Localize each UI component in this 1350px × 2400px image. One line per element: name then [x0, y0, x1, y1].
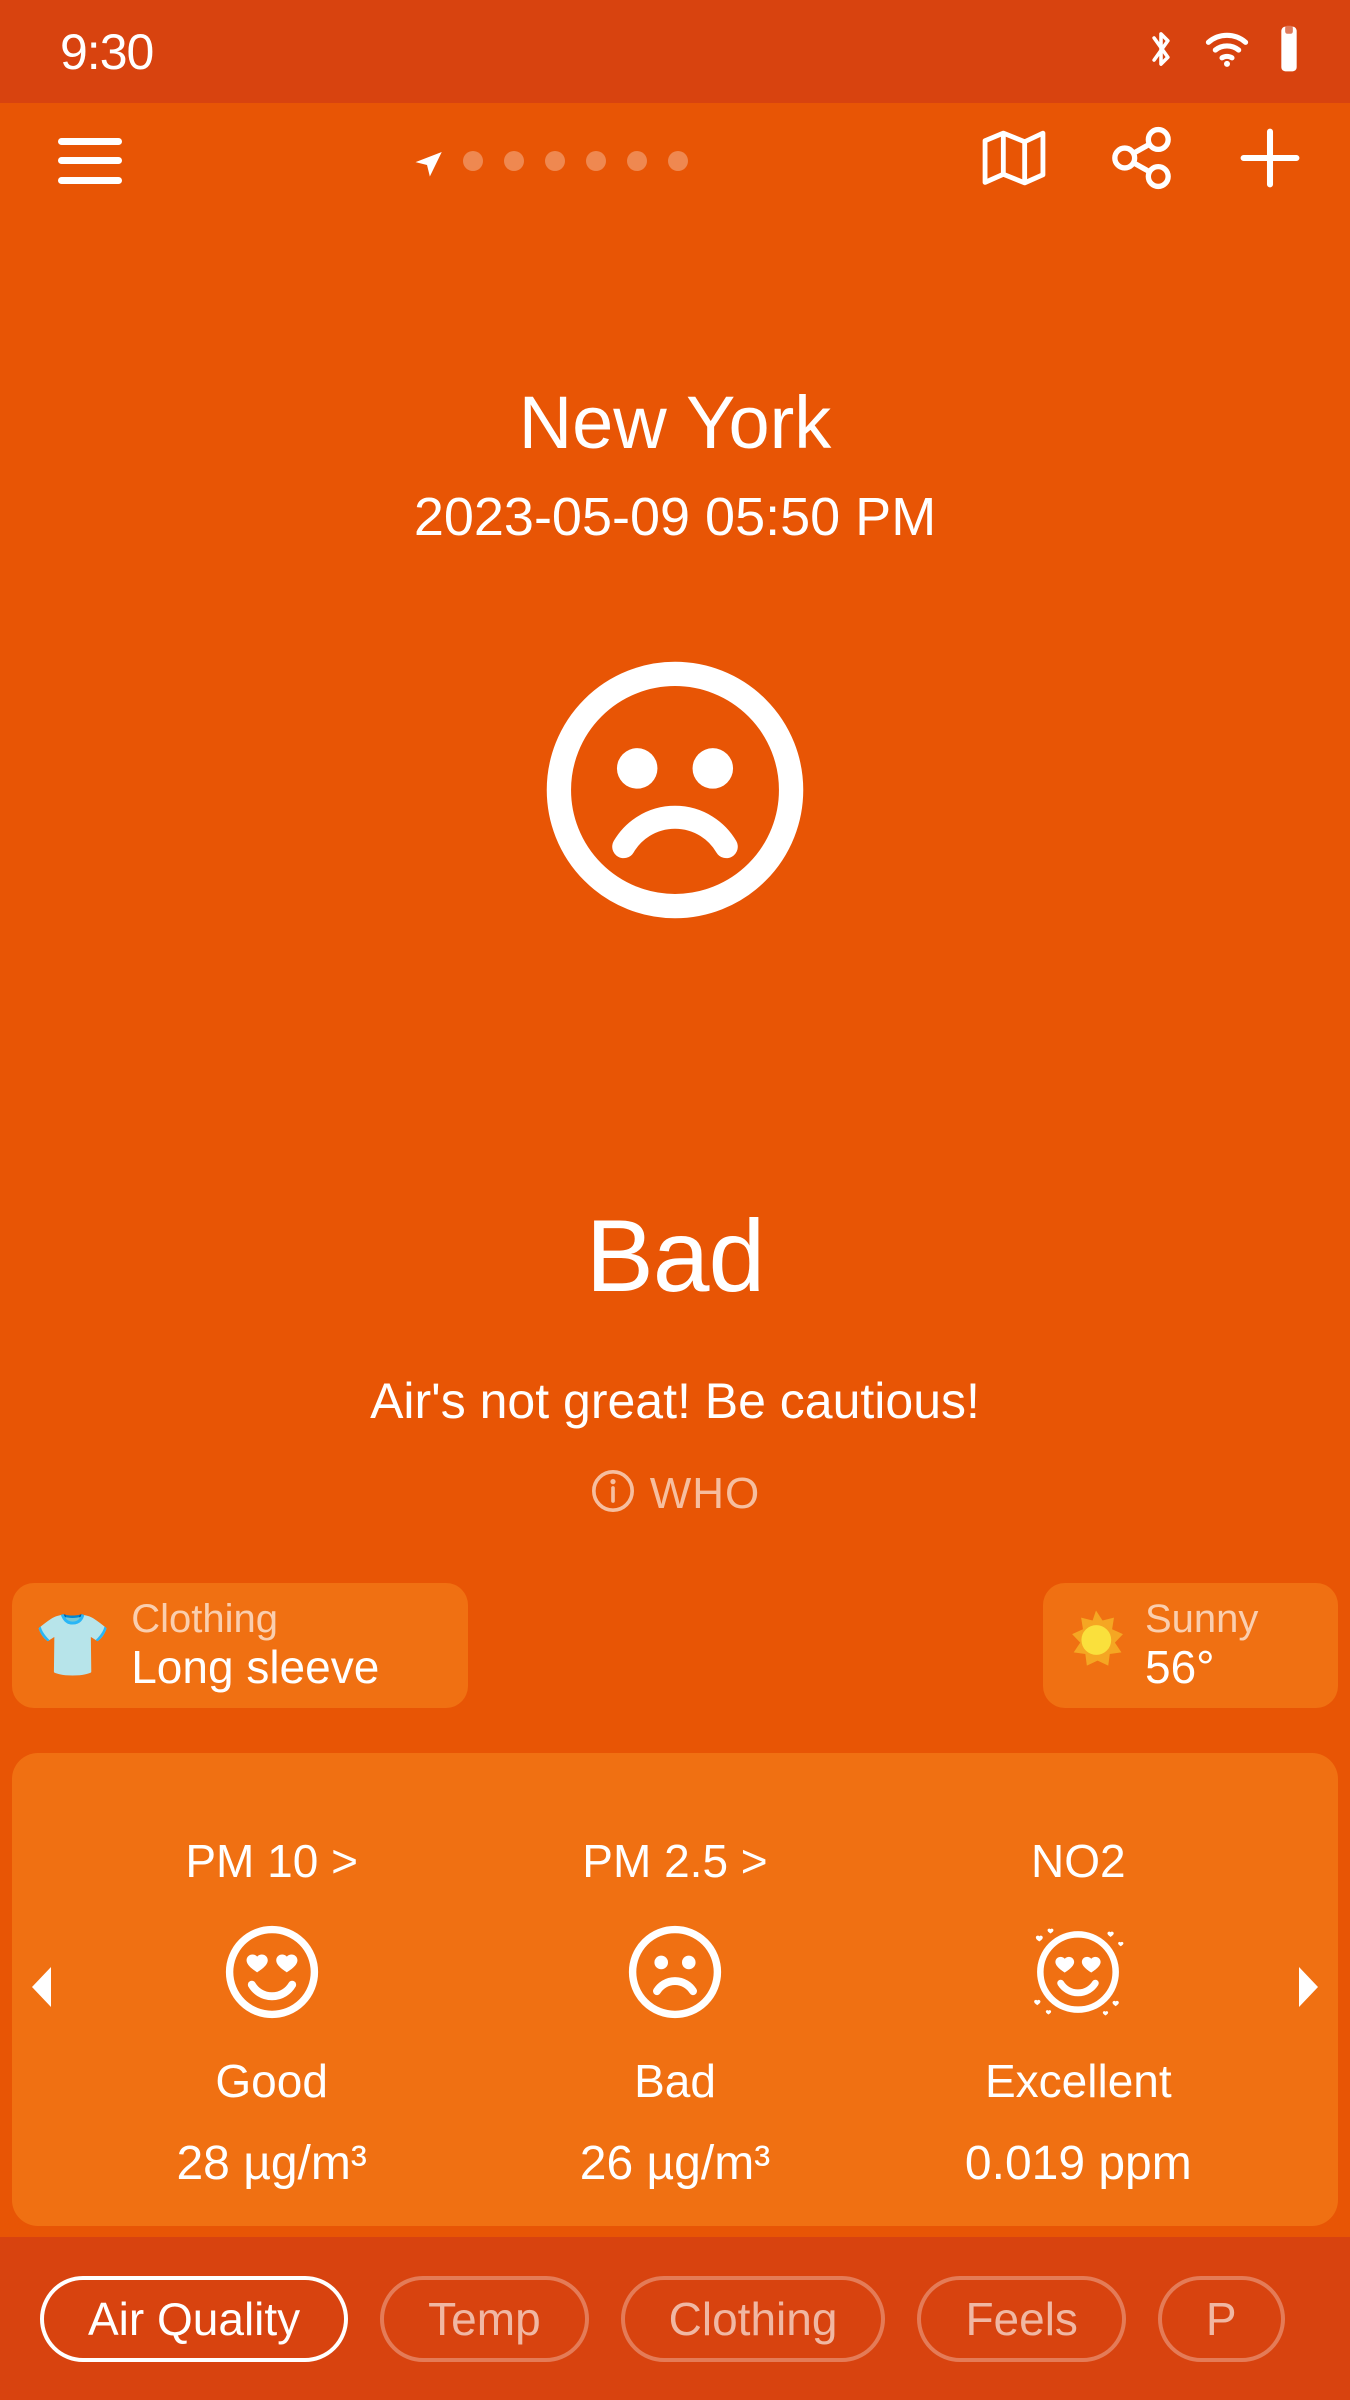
- tab-temp[interactable]: Temp: [380, 2275, 589, 2362]
- add-location-button[interactable]: [1234, 125, 1306, 197]
- page-dot[interactable]: [504, 150, 524, 171]
- aqi-source-label: WHO: [649, 1468, 761, 1518]
- page-dot[interactable]: [586, 150, 606, 171]
- page-dot[interactable]: [668, 150, 688, 171]
- tab-feels[interactable]: Feels: [917, 2275, 1126, 2362]
- pollutant-value: 26 µg/m³: [579, 2137, 771, 2190]
- pollutant-name: PM 10 >: [185, 1835, 358, 1887]
- pollutant-value: 0.019 ppm: [964, 2137, 1192, 2190]
- sparkling-heart-eyes-face-icon: [1022, 1916, 1134, 2028]
- clothing-card-label: Clothing: [131, 1597, 278, 1642]
- pollutant-prev-button[interactable]: [12, 1965, 70, 2014]
- page-dot[interactable]: [463, 150, 483, 171]
- weather-card-text: Sunny 56°: [1145, 1597, 1258, 1693]
- app-header: [0, 103, 1350, 218]
- share-icon: [1109, 126, 1175, 195]
- header-actions: [978, 125, 1306, 197]
- pollutant-card-pm25[interactable]: PM 2.5 > Bad 26 µg/m³: [473, 1788, 876, 2191]
- status-bar: 9:30: [0, 0, 1350, 103]
- page-dot[interactable]: [545, 150, 565, 171]
- location-arrow-icon: [412, 146, 442, 176]
- tab-clothing[interactable]: Clothing: [620, 2275, 886, 2362]
- map-icon: [981, 127, 1047, 194]
- pollutant-next-button[interactable]: [1280, 1965, 1338, 2014]
- reading-timestamp: 2023-05-09 05:50 PM: [413, 487, 937, 547]
- battery-icon: [1276, 25, 1302, 78]
- plus-icon: [1237, 125, 1303, 196]
- app-screen: 9:30 New York 2023-05-09 05:50 PM Bad Ai…: [0, 0, 1350, 2400]
- aqi-message: Air's not great! Be cautious!: [370, 1373, 980, 1429]
- location-pager[interactable]: [412, 146, 688, 176]
- page-dot[interactable]: [627, 150, 647, 171]
- weather-condition-label: Sunny: [1145, 1597, 1259, 1642]
- sad-face-icon: [540, 655, 810, 930]
- pollutant-card-pm10[interactable]: PM 10 > Good 28 µg/m³: [70, 1788, 473, 2191]
- share-button[interactable]: [1106, 125, 1178, 197]
- bottom-tab-bar: Air Quality Temp Clothing Feels P: [0, 2237, 1350, 2400]
- long-sleeve-shirt-icon: 👕: [34, 1610, 112, 1680]
- clothing-card-value: Long sleeve: [131, 1641, 380, 1694]
- chevron-left-icon: [28, 1965, 54, 2014]
- aqi-level-label: Bad: [585, 1199, 766, 1313]
- pollutant-card-no2[interactable]: NO2 Excellent 0.019 ppm: [877, 1788, 1280, 2191]
- info-icon: [590, 1468, 636, 1519]
- pollutant-status: Good: [215, 2055, 328, 2107]
- aqi-face-container: [0, 655, 1350, 930]
- hamburger-menu-icon[interactable]: [58, 137, 122, 184]
- heart-eyes-face-icon: [219, 1916, 325, 2028]
- pollutant-value: 28 µg/m³: [176, 2137, 367, 2190]
- map-button[interactable]: [978, 125, 1050, 197]
- pollutant-list: PM 10 > Good 28 µg/m³ PM 2.5 > Bad 26 µg…: [70, 1788, 1280, 2191]
- sad-face-icon: [622, 1916, 728, 2028]
- tab-partial[interactable]: P: [1157, 2275, 1285, 2362]
- bluetooth-icon: [1144, 27, 1178, 76]
- pollutant-name: NO2: [1031, 1835, 1126, 1887]
- clothing-card[interactable]: 👕 Clothing Long sleeve: [12, 1583, 468, 1708]
- page-title: New York: [518, 381, 832, 464]
- chevron-right-icon: [1296, 1965, 1322, 2014]
- status-bar-clock: 9:30: [60, 23, 154, 80]
- sun-icon: [1065, 1609, 1127, 1682]
- pollutant-status: Bad: [634, 2055, 716, 2107]
- weather-card[interactable]: Sunny 56°: [1043, 1583, 1338, 1708]
- pollutant-panel: PM 10 > Good 28 µg/m³ PM 2.5 > Bad 26 µg…: [12, 1753, 1338, 2226]
- weather-temperature-value: 56°: [1145, 1641, 1215, 1694]
- aqi-source[interactable]: WHO: [0, 1468, 1350, 1519]
- status-bar-icons: [1144, 25, 1302, 78]
- pollutant-status: Excellent: [984, 2055, 1172, 2107]
- wifi-icon: [1204, 29, 1250, 74]
- pollutant-name: PM 2.5 >: [582, 1835, 768, 1887]
- clothing-card-text: Clothing Long sleeve: [131, 1597, 379, 1693]
- tab-air-quality[interactable]: Air Quality: [40, 2275, 349, 2362]
